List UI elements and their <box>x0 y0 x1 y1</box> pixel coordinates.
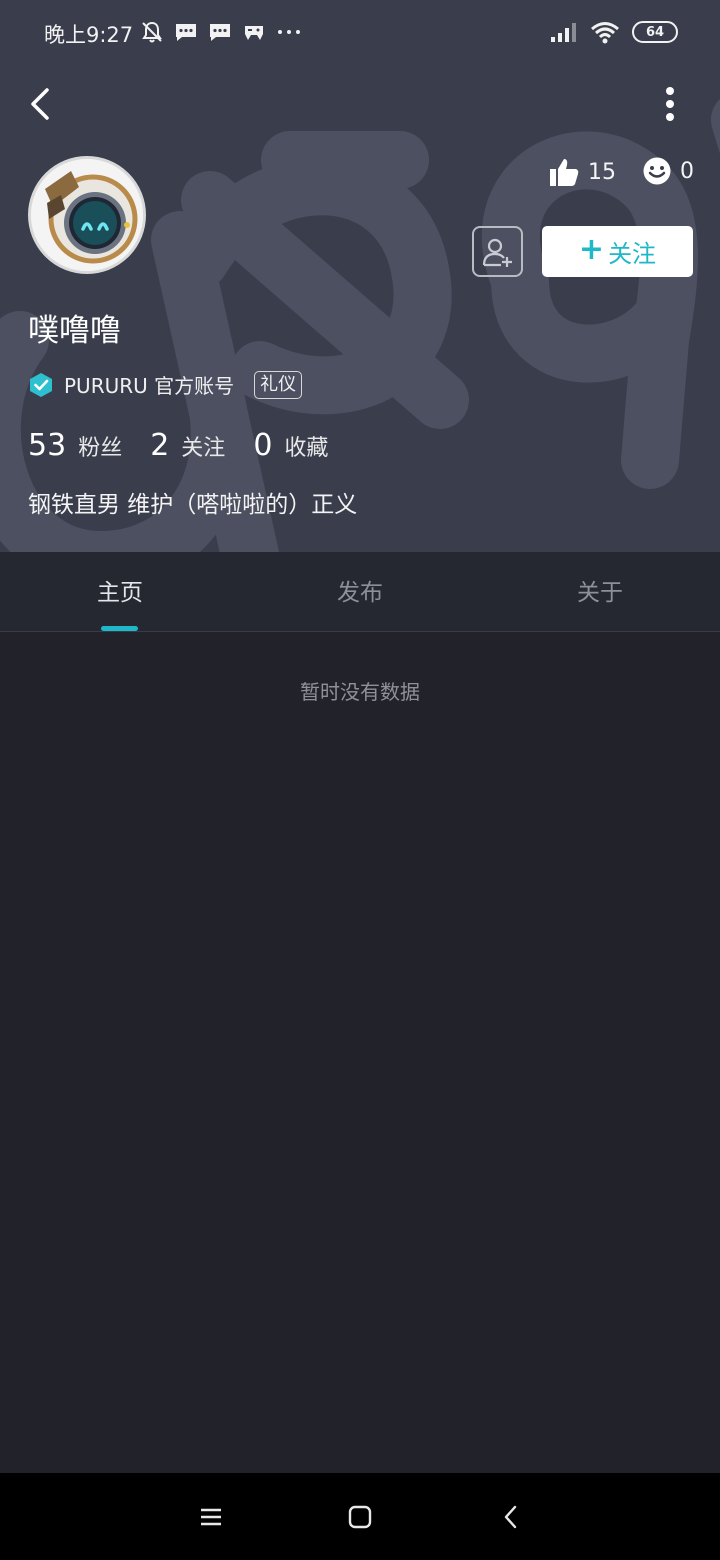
tab-bar: 主页 发布 关于 <box>0 552 720 632</box>
thumbs-up-icon <box>550 159 579 186</box>
robot-avatar-image <box>31 159 143 271</box>
status-bar: 晚上9:27 64 <box>0 0 720 66</box>
follow-button-label: 关注 <box>608 240 657 268</box>
favorites-count[interactable]: 0 <box>253 428 272 463</box>
status-time: 晚上9:27 <box>44 23 134 47</box>
following-count[interactable]: 2 <box>150 428 169 463</box>
emoji-stat[interactable]: 0 <box>642 156 694 186</box>
menu-icon <box>201 1508 221 1526</box>
message-icon <box>176 24 196 41</box>
follow-button[interactable]: + 关注 <box>542 226 693 277</box>
wifi-icon <box>591 22 619 44</box>
add-friend-icon <box>482 238 512 267</box>
signal-icon <box>551 23 576 42</box>
back-icon <box>504 1505 517 1529</box>
profile-header: 晚上9:27 64 15 0 + 关注 噗噜噜 PURURU 官方账号 礼仪 5… <box>0 0 720 552</box>
system-nav-bar <box>0 1473 720 1560</box>
tab-home[interactable]: 主页 <box>0 552 240 632</box>
verified-badge-icon <box>30 372 52 397</box>
verified-row: PURURU 官方账号 礼仪 <box>28 370 303 399</box>
bio: 钢铁直男 维护（嗒啦啦的）正义 <box>28 492 358 518</box>
home-button[interactable] <box>338 1495 382 1539</box>
tab-about[interactable]: 关于 <box>480 552 720 632</box>
likes-count: 15 <box>588 159 616 185</box>
home-icon <box>348 1505 372 1529</box>
mute-icon <box>142 21 162 43</box>
system-back-button[interactable] <box>489 1495 533 1539</box>
fans-label[interactable]: 粉丝 <box>78 430 122 462</box>
back-arrow-icon <box>31 88 49 120</box>
avatar[interactable] <box>28 156 146 274</box>
plus-icon: + <box>578 232 605 267</box>
fans-count[interactable]: 53 <box>28 428 66 463</box>
more-dots-icon <box>278 30 300 34</box>
tab-posts[interactable]: 发布 <box>240 552 480 632</box>
back-button[interactable] <box>22 84 62 124</box>
verified-text: PURURU 官方账号 <box>64 374 235 398</box>
battery-icon: 64 <box>632 21 678 43</box>
username: 噗噜噜 <box>28 313 121 349</box>
watermark-logo <box>0 99 720 552</box>
status-icons-right: 64 <box>550 20 678 44</box>
game-icon <box>245 26 263 40</box>
likes-stat[interactable]: 15 <box>548 156 616 188</box>
category-tag[interactable]: 礼仪 <box>254 370 303 399</box>
smiley-icon <box>643 157 671 185</box>
emoji-count: 0 <box>680 158 694 184</box>
more-options-button[interactable] <box>650 84 690 124</box>
counts-row: 53 粉丝 2 关注 0 收藏 <box>28 428 356 463</box>
more-vertical-icon <box>666 87 674 121</box>
add-friend-button[interactable] <box>472 226 523 277</box>
favorites-label[interactable]: 收藏 <box>284 430 328 462</box>
message-icon <box>210 24 230 41</box>
status-icons-left <box>140 20 302 44</box>
following-label[interactable]: 关注 <box>181 430 225 462</box>
empty-state-message: 暂时没有数据 <box>300 680 420 704</box>
active-tab-indicator <box>101 626 138 631</box>
recent-apps-button[interactable] <box>189 1495 233 1539</box>
